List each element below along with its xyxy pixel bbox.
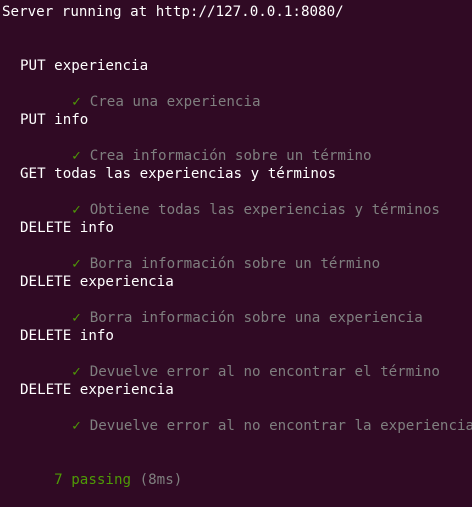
test-result: ✓ Crea una experiencia xyxy=(38,75,260,110)
test-result: ✓ Borra información sobre una experiencia xyxy=(38,291,423,326)
test-title: Devuelve error al no encontrar la experi… xyxy=(89,418,472,434)
test-result: ✓ Crea información sobre un término xyxy=(38,129,371,164)
test-result: ✓ Obtiene todas las experiencias y términ… xyxy=(38,183,440,218)
suite-title: DELETE info xyxy=(20,220,114,236)
suite-title: DELETE experiencia xyxy=(20,274,174,290)
check-icon: ✓ xyxy=(72,148,81,164)
suite-title: DELETE experiencia xyxy=(20,382,174,398)
test-title: Obtiene todas las experiencias y término… xyxy=(89,202,440,218)
check-icon: ✓ xyxy=(72,364,81,380)
passing-count: 7 passing xyxy=(54,472,132,488)
suite-title: PUT info xyxy=(20,112,89,128)
suite-title: GET todas las experiencias y términos xyxy=(20,166,337,182)
test-result: ✓ Devuelve error al no encontrar el térmi… xyxy=(38,345,440,380)
test-title: Borra información sobre un término xyxy=(89,256,381,272)
suite-title: PUT experiencia xyxy=(20,58,149,74)
test-title: Crea una experiencia xyxy=(89,94,261,110)
server-running-message: Server running at http://127.0.0.1:8080/ xyxy=(2,4,344,20)
test-result: ✓ Devuelve error al no encontrar la exper… xyxy=(38,399,472,434)
test-title: Borra información sobre una experiencia xyxy=(89,310,423,326)
passing-duration: (8ms) xyxy=(139,472,183,488)
test-summary: 7 passing (8ms) xyxy=(20,453,182,488)
check-icon: ✓ xyxy=(72,94,81,110)
check-icon: ✓ xyxy=(72,256,81,272)
check-icon: ✓ xyxy=(72,310,81,326)
check-icon: ✓ xyxy=(72,202,81,218)
test-result: ✓ Borra información sobre un término xyxy=(38,237,380,272)
test-title: Crea información sobre un término xyxy=(89,148,372,164)
terminal-window[interactable]: Server running at http://127.0.0.1:8080/… xyxy=(0,0,472,488)
test-title: Devuelve error al no encontrar el términ… xyxy=(89,364,440,380)
check-icon: ✓ xyxy=(72,418,81,434)
suite-title: DELETE info xyxy=(20,328,114,344)
